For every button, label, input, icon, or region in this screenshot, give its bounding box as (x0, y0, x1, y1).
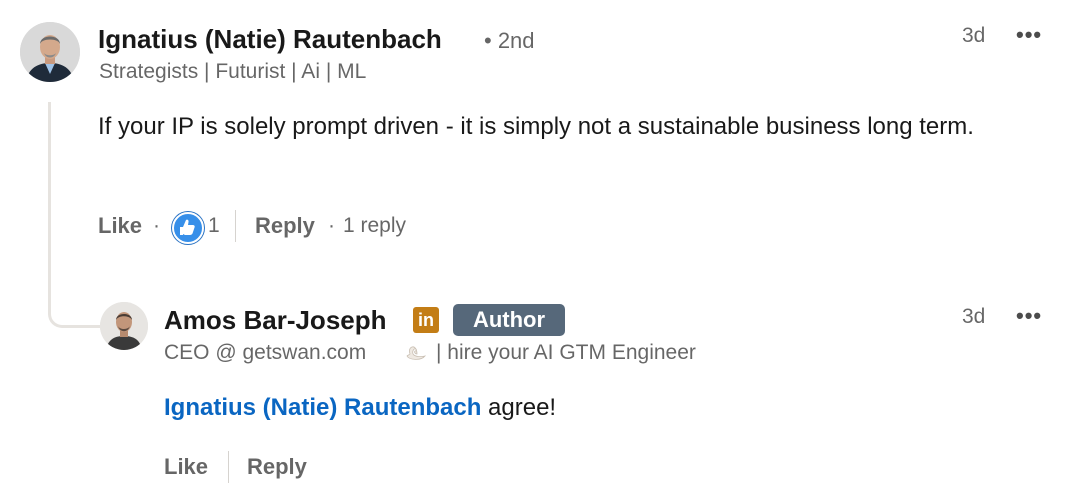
reply-author-headline-start: CEO @ getswan.com (164, 341, 367, 364)
more-options-icon[interactable]: ••• (1016, 22, 1042, 48)
author-badge: Author (453, 304, 565, 336)
action-divider (235, 210, 236, 242)
connection-degree: • 2nd (484, 28, 535, 53)
comment-author-headline: Strategists | Futurist | Ai | ML (99, 60, 367, 83)
like-button[interactable]: Like (164, 454, 208, 480)
separator-dot: · (328, 214, 335, 237)
linkedin-premium-icon: in (413, 307, 439, 333)
reply-text: Ignatius (Natie) Rautenbach agree! (164, 388, 556, 428)
avatar[interactable] (20, 22, 80, 82)
comment-timestamp: 3d (962, 24, 986, 47)
reply-author-name[interactable]: Amos Bar-Joseph (164, 305, 387, 336)
person-photo-icon (100, 302, 148, 350)
comment-author-name[interactable]: Ignatius (Natie) Rautenbach (98, 24, 442, 55)
person-photo-icon (20, 22, 80, 82)
reply-timestamp: 3d (962, 305, 986, 328)
thread-connector (48, 102, 100, 328)
action-divider (228, 451, 229, 483)
swan-icon (406, 346, 427, 360)
avatar[interactable] (100, 302, 148, 350)
reply-author-headline-end: | hire your AI GTM Engineer (436, 341, 696, 364)
reply-text-content: agree! (481, 394, 557, 421)
reply-button[interactable]: Reply (255, 213, 315, 239)
more-options-icon[interactable]: ••• (1016, 303, 1042, 329)
mention-link[interactable]: Ignatius (Natie) Rautenbach (164, 394, 481, 421)
replies-count-link[interactable]: 1 reply (343, 214, 406, 238)
thumbs-up-glyph (180, 219, 195, 235)
reply-button[interactable]: Reply (247, 454, 307, 480)
separator-dot: · (153, 214, 160, 237)
comment-text: If your IP is solely prompt driven - it … (98, 113, 974, 140)
reaction-count[interactable]: 1 (208, 214, 220, 238)
thumbs-up-icon[interactable] (172, 212, 204, 244)
like-button[interactable]: Like (98, 213, 142, 239)
